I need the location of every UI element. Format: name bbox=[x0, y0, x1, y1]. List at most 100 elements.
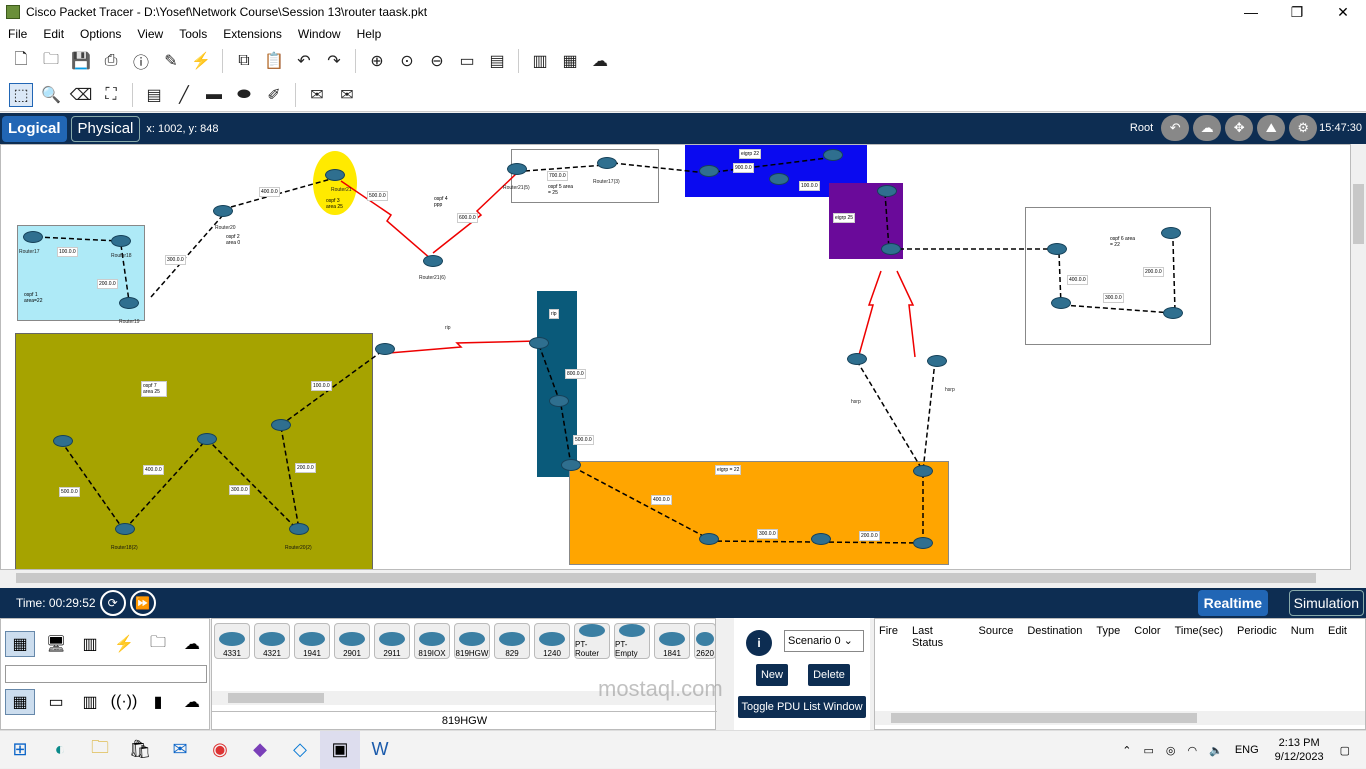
router-eigrp-4[interactable] bbox=[913, 465, 933, 477]
volume-icon[interactable]: 🔈 bbox=[1209, 744, 1223, 757]
router-ospf6-4[interactable] bbox=[1161, 227, 1181, 239]
router-52[interactable] bbox=[53, 435, 73, 447]
multiuser-icon[interactable]: ☁ bbox=[177, 631, 207, 657]
router-eigrp-1[interactable] bbox=[699, 533, 719, 545]
security-icon[interactable]: ▮ bbox=[143, 689, 173, 715]
add-simple-pdu-icon[interactable]: ✉ bbox=[305, 83, 329, 107]
back-icon[interactable]: ↶ bbox=[1161, 115, 1190, 141]
menu-file[interactable]: File bbox=[0, 27, 35, 41]
resize-icon[interactable]: ⛶ bbox=[99, 83, 123, 107]
delete-pdu-button[interactable]: Delete bbox=[808, 664, 850, 686]
new-pdu-button[interactable]: New bbox=[756, 664, 788, 686]
zoom-out-icon[interactable]: ⊖ bbox=[425, 49, 449, 73]
info-icon[interactable]: ⓘ bbox=[129, 49, 153, 73]
router-blue-3[interactable] bbox=[823, 149, 843, 161]
line-icon[interactable]: ╱ bbox=[172, 83, 196, 107]
misc-icon[interactable]: 🗀 bbox=[143, 631, 173, 657]
network-devices-icon[interactable]: ▦ bbox=[5, 631, 35, 657]
redo-icon[interactable]: ↷ bbox=[322, 49, 346, 73]
logical-tab[interactable]: Logical bbox=[2, 115, 67, 142]
freeform-icon[interactable]: ✐ bbox=[262, 83, 286, 107]
router-purple-1[interactable] bbox=[877, 185, 897, 197]
menu-view[interactable]: View bbox=[129, 27, 171, 41]
device-1841[interactable]: 1841 bbox=[654, 623, 690, 659]
pdu-table-scrollbar[interactable] bbox=[875, 711, 1365, 725]
device-4321[interactable]: 4321 bbox=[254, 623, 290, 659]
menu-help[interactable]: Help bbox=[349, 27, 390, 41]
power-cycle-icon[interactable]: ⟳ bbox=[99, 590, 126, 616]
wireless-icon[interactable]: ((·)) bbox=[109, 689, 139, 715]
router-21-5[interactable] bbox=[507, 163, 527, 175]
server-icon[interactable]: ▦ bbox=[558, 49, 582, 73]
routers-icon[interactable]: ▦ bbox=[5, 689, 35, 715]
end-devices-icon[interactable]: 🖥 bbox=[41, 631, 71, 657]
router-19[interactable] bbox=[119, 297, 139, 309]
copy-icon[interactable]: ⧉ bbox=[232, 49, 256, 73]
device-list-scroll-thumb[interactable] bbox=[228, 693, 324, 703]
router-rip-3[interactable] bbox=[561, 459, 581, 471]
move-icon[interactable]: ✥ bbox=[1225, 115, 1254, 141]
zoom-reset-icon[interactable]: ⊙ bbox=[395, 49, 419, 73]
fast-forward-icon[interactable]: ⏩ bbox=[129, 590, 156, 616]
notifications-icon[interactable]: ▢ bbox=[1340, 744, 1350, 757]
router-17[interactable] bbox=[23, 231, 43, 243]
router-21[interactable] bbox=[325, 169, 345, 181]
router-blue-1[interactable] bbox=[699, 165, 719, 177]
chrome-icon[interactable]: ◉ bbox=[200, 731, 240, 769]
switches-icon[interactable]: ▭ bbox=[41, 689, 71, 715]
background-icon[interactable]: ⛰ bbox=[1257, 115, 1286, 141]
device-1941[interactable]: 1941 bbox=[294, 623, 330, 659]
router-21-6[interactable] bbox=[423, 255, 443, 267]
add-complex-pdu-icon[interactable]: ✉ bbox=[335, 83, 359, 107]
router-20-2[interactable] bbox=[289, 523, 309, 535]
wifi-icon[interactable]: ◠ bbox=[1188, 744, 1198, 757]
realtime-button[interactable]: Realtime bbox=[1197, 590, 1268, 616]
taskbar-clock[interactable]: 2:13 PM 9/12/2023 bbox=[1275, 736, 1324, 764]
menu-window[interactable]: Window bbox=[290, 27, 349, 41]
physical-tab[interactable]: Physical bbox=[70, 115, 141, 142]
router-blue-2[interactable] bbox=[769, 173, 789, 185]
horizontal-scroll-thumb[interactable] bbox=[16, 573, 1316, 583]
toggle-pdu-list-button[interactable]: Toggle PDU List Window bbox=[738, 696, 866, 718]
paste-icon[interactable]: 📋 bbox=[262, 49, 286, 73]
inspect-icon[interactable]: 🔍 bbox=[39, 83, 63, 107]
menu-edit[interactable]: Edit bbox=[35, 27, 72, 41]
scenario-select[interactable]: Scenario 0 ⌄ bbox=[784, 630, 864, 652]
windows-start-icon[interactable]: ⊞ bbox=[0, 731, 40, 769]
network-icon[interactable]: ⚡ bbox=[189, 49, 213, 73]
viewport-icon[interactable]: ⚙ bbox=[1289, 115, 1318, 141]
vertical-scrollbar[interactable] bbox=[1351, 144, 1366, 570]
minimize-button[interactable]: — bbox=[1228, 0, 1274, 24]
activity-wizard-icon[interactable]: ✎ bbox=[159, 49, 183, 73]
drawing-palette-icon[interactable]: ▭ bbox=[455, 49, 479, 73]
router-ospf6-2[interactable] bbox=[1051, 297, 1071, 309]
connections-icon[interactable]: ⚡ bbox=[109, 631, 139, 657]
info-icon[interactable]: i bbox=[746, 630, 772, 656]
select-icon[interactable]: ⬚ bbox=[9, 82, 33, 107]
visual-studio-icon[interactable]: ◆ bbox=[240, 731, 280, 769]
device-819hgw[interactable]: 819HGW bbox=[454, 623, 490, 659]
file-explorer-icon[interactable]: 🗀 bbox=[80, 731, 120, 769]
close-button[interactable]: ✕ bbox=[1320, 0, 1366, 24]
router-270[interactable] bbox=[271, 419, 291, 431]
router-18-2[interactable] bbox=[115, 523, 135, 535]
vertical-scroll-thumb[interactable] bbox=[1353, 184, 1364, 244]
logical-workspace[interactable]: Router17 Router18 Router19 Router20 Rout… bbox=[0, 144, 1351, 570]
router-rip-2[interactable] bbox=[549, 395, 569, 407]
language-indicator[interactable]: ENG bbox=[1235, 744, 1259, 756]
router-19-2[interactable] bbox=[197, 433, 217, 445]
rectangle-icon[interactable]: ▬ bbox=[202, 83, 226, 107]
router-eigrp-3[interactable] bbox=[913, 537, 933, 549]
menu-options[interactable]: Options bbox=[72, 27, 129, 41]
router-ospf6-3[interactable] bbox=[1163, 307, 1183, 319]
tray-chevron-icon[interactable]: ⌃ bbox=[1122, 744, 1131, 757]
device-819iox[interactable]: 819IOX bbox=[414, 623, 450, 659]
undo-icon[interactable]: ↶ bbox=[292, 49, 316, 73]
delete-icon[interactable]: ⌫ bbox=[69, 83, 93, 107]
device-2911[interactable]: 2911 bbox=[374, 623, 410, 659]
store-icon[interactable]: 🛍 bbox=[120, 731, 160, 769]
simulation-button[interactable]: Simulation bbox=[1288, 590, 1364, 616]
device-2901[interactable]: 2901 bbox=[334, 623, 370, 659]
device-pt-router[interactable]: PT-Router bbox=[574, 623, 610, 659]
ellipse-icon[interactable]: ⬬ bbox=[232, 83, 256, 107]
